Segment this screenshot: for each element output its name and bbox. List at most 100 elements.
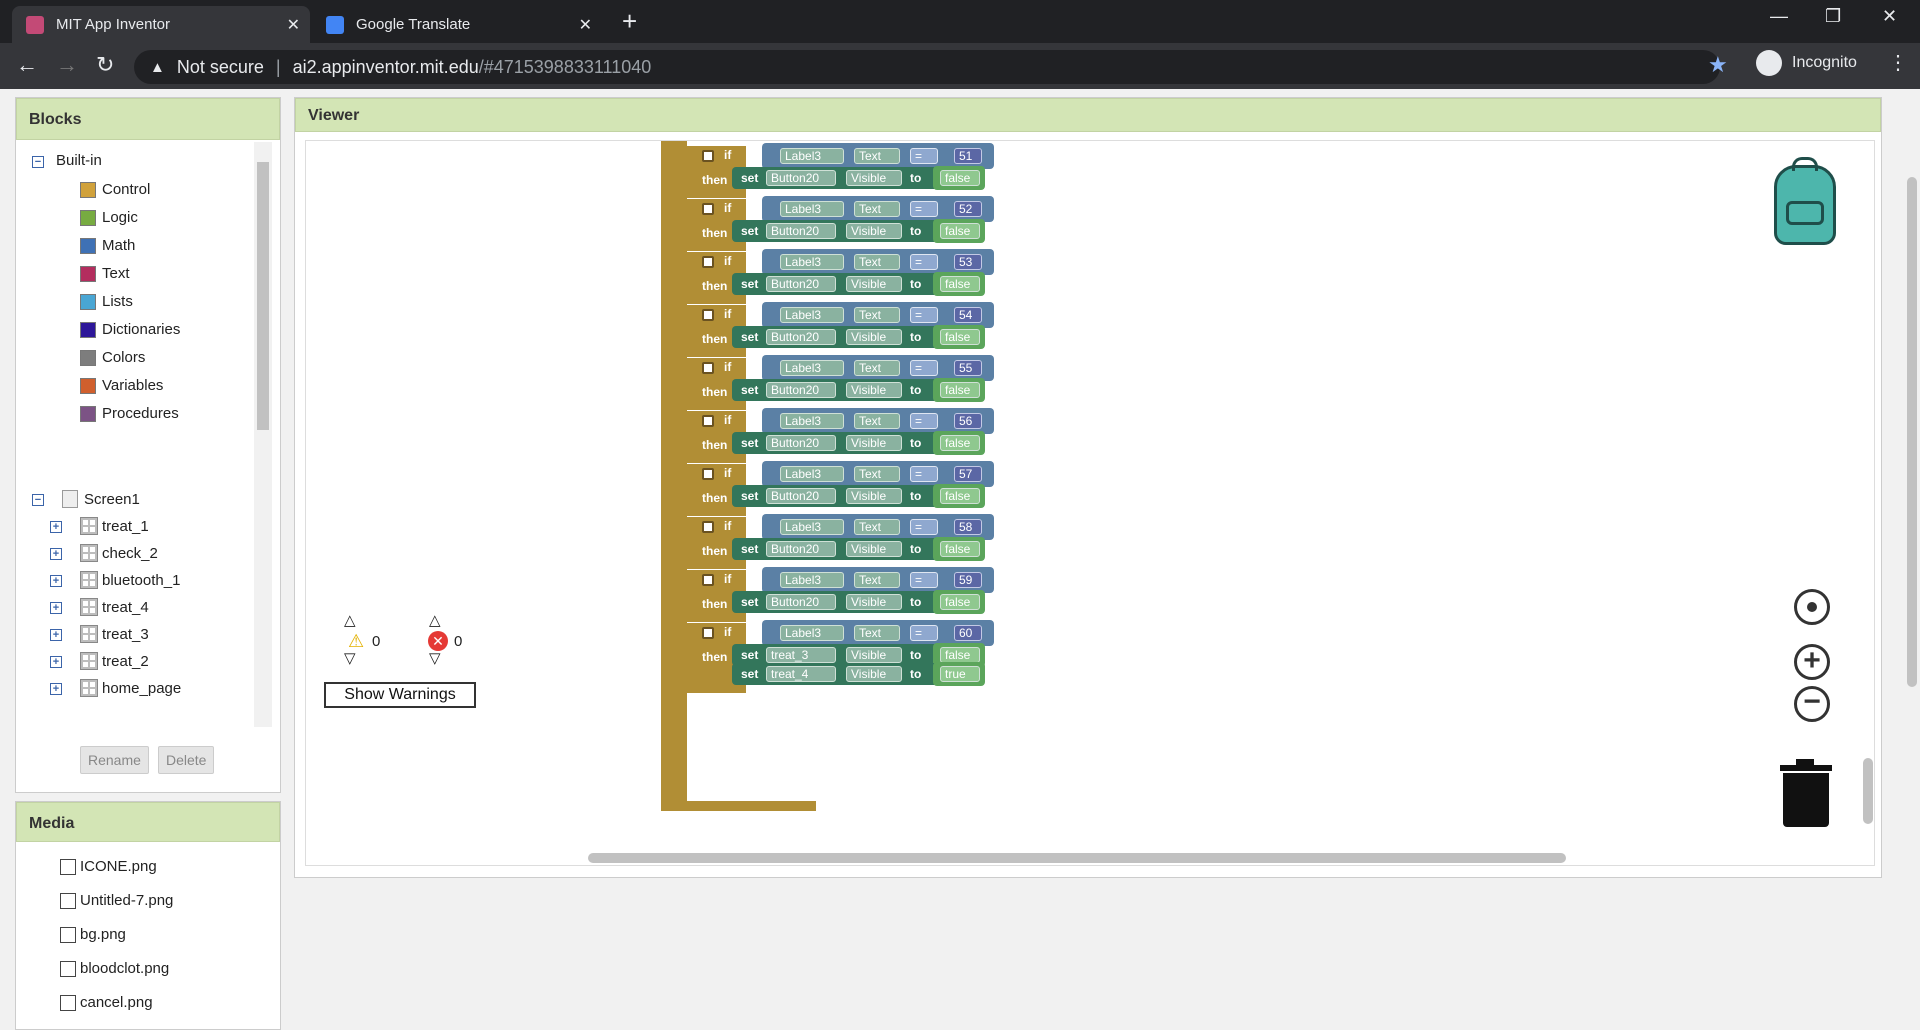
show-warnings-button[interactable]: Show Warnings [324, 682, 476, 708]
reload-icon[interactable]: ↻ [96, 52, 114, 78]
backpack-icon[interactable] [1764, 157, 1844, 245]
operator-dropdown[interactable]: = [910, 466, 938, 482]
target-property-dropdown[interactable]: Visible [846, 435, 902, 451]
property-dropdown[interactable]: Text [854, 307, 900, 323]
property-dropdown[interactable]: Text [854, 413, 900, 429]
number-value[interactable]: 58 [954, 519, 982, 535]
component-dropdown[interactable]: Label3 [780, 625, 844, 641]
target-property-dropdown[interactable]: Visible [846, 329, 902, 345]
delete-button[interactable]: Delete [158, 746, 215, 774]
builtin-item-colors[interactable]: Colors [80, 349, 145, 366]
property-dropdown[interactable]: Text [854, 201, 900, 217]
component-item-check_2[interactable]: check_2 [80, 544, 158, 562]
property-dropdown[interactable]: Text [854, 625, 900, 641]
number-value[interactable]: 55 [954, 360, 982, 376]
media-file-item[interactable]: bloodclot.png [60, 960, 169, 977]
warnings-up-icon[interactable]: △ [344, 611, 356, 629]
mutator-gear-icon[interactable] [702, 415, 714, 427]
boolean-dropdown[interactable]: false [940, 329, 980, 345]
media-file-item[interactable]: ICONE.png [60, 858, 157, 875]
builtin-label[interactable]: Built-in [56, 152, 102, 169]
operator-dropdown[interactable]: = [910, 572, 938, 588]
property-dropdown[interactable]: Text [854, 466, 900, 482]
mutator-gear-icon[interactable] [702, 468, 714, 480]
close-tab-icon[interactable]: ✕ [287, 15, 300, 35]
target-component-dropdown[interactable]: Button20 [766, 488, 836, 504]
expand-component-icon[interactable]: + [50, 683, 62, 695]
media-file-item[interactable]: bg.png [60, 926, 126, 943]
operator-dropdown[interactable]: = [910, 307, 938, 323]
component-item-bluetooth_1[interactable]: bluetooth_1 [80, 571, 180, 589]
mutator-gear-icon[interactable] [702, 256, 714, 268]
mutator-gear-icon[interactable] [702, 574, 714, 586]
operator-dropdown[interactable]: = [910, 625, 938, 641]
number-value[interactable]: 60 [954, 625, 982, 641]
target-property-dropdown[interactable]: Visible [846, 594, 902, 610]
number-value[interactable]: 56 [954, 413, 982, 429]
operator-dropdown[interactable]: = [910, 148, 938, 164]
target-component-dropdown[interactable]: Button20 [766, 541, 836, 557]
builtin-item-dictionaries[interactable]: Dictionaries [80, 321, 180, 338]
mutator-gear-icon[interactable] [702, 309, 714, 321]
target-property-dropdown[interactable]: Visible [846, 223, 902, 239]
number-value[interactable]: 57 [954, 466, 982, 482]
property-dropdown[interactable]: Text [854, 254, 900, 270]
zoom-out-icon[interactable]: − [1794, 686, 1830, 722]
component-dropdown[interactable]: Label3 [780, 413, 844, 429]
expand-component-icon[interactable]: + [50, 602, 62, 614]
component-dropdown[interactable]: Label3 [780, 201, 844, 217]
operator-dropdown[interactable]: = [910, 519, 938, 535]
boolean-dropdown[interactable]: false [940, 435, 980, 451]
property-dropdown[interactable]: Text [854, 360, 900, 376]
operator-dropdown[interactable]: = [910, 254, 938, 270]
target-property-dropdown[interactable]: Visible [846, 488, 902, 504]
blocks-workspace[interactable]: if then Label3 Text = 51 set Button20 Visible to f… [305, 140, 1875, 866]
target-property-dropdown[interactable]: Visible [846, 170, 902, 186]
restore-icon[interactable]: ❐ [1825, 6, 1841, 27]
target-component-dropdown[interactable]: Button20 [766, 594, 836, 610]
component-dropdown[interactable]: Label3 [780, 307, 844, 323]
target-component-dropdown[interactable]: Button20 [766, 435, 836, 451]
operator-dropdown[interactable]: = [910, 413, 938, 429]
component-dropdown[interactable]: Label3 [780, 519, 844, 535]
forward-icon[interactable]: → [56, 52, 78, 78]
boolean-dropdown[interactable]: false [940, 594, 980, 610]
operator-dropdown[interactable]: = [910, 360, 938, 376]
expand-component-icon[interactable]: + [50, 521, 62, 533]
media-file-item[interactable]: Untitled-7.png [60, 892, 173, 909]
bookmark-star-icon[interactable]: ★ [1708, 52, 1728, 78]
component-dropdown[interactable]: Label3 [780, 254, 844, 270]
target-component-dropdown[interactable]: Button20 [766, 382, 836, 398]
tab-mit-app-inventor[interactable]: MIT App Inventor ✕ [12, 6, 310, 43]
component-item-home_page[interactable]: home_page [80, 679, 181, 697]
component-dropdown[interactable]: Label3 [780, 360, 844, 376]
target-property-dropdown[interactable]: Visible [846, 541, 902, 557]
component-dropdown[interactable]: Label3 [780, 572, 844, 588]
new-tab-icon[interactable]: + [622, 8, 637, 34]
recenter-icon[interactable] [1794, 589, 1830, 625]
target-property-dropdown[interactable]: Visible [846, 666, 902, 682]
boolean-dropdown[interactable]: false [940, 488, 980, 504]
builtin-item-text[interactable]: Text [80, 265, 130, 282]
builtin-item-control[interactable]: Control [80, 181, 150, 198]
mutator-gear-icon[interactable] [702, 627, 714, 639]
component-item-treat_3[interactable]: treat_3 [80, 625, 149, 643]
builtin-item-variables[interactable]: Variables [80, 377, 163, 394]
boolean-dropdown[interactable]: false [940, 647, 980, 663]
target-property-dropdown[interactable]: Visible [846, 647, 902, 663]
media-file-item[interactable]: cancel.png [60, 994, 153, 1011]
operator-dropdown[interactable]: = [910, 201, 938, 217]
minimize-icon[interactable]: — [1770, 6, 1788, 27]
target-component-dropdown[interactable]: Button20 [766, 223, 836, 239]
number-value[interactable]: 53 [954, 254, 982, 270]
page-vertical-scrollbar[interactable] [1903, 89, 1920, 1030]
number-value[interactable]: 54 [954, 307, 982, 323]
errors-down-icon[interactable]: ▽ [429, 649, 441, 667]
component-item-treat_1[interactable]: treat_1 [80, 517, 149, 535]
builtin-item-lists[interactable]: Lists [80, 293, 133, 310]
tab-google-translate[interactable]: Google Translate ✕ [312, 6, 602, 43]
mutator-gear-icon[interactable] [702, 362, 714, 374]
boolean-dropdown[interactable]: false [940, 276, 980, 292]
boolean-dropdown[interactable]: false [940, 382, 980, 398]
target-component-dropdown[interactable]: Button20 [766, 276, 836, 292]
